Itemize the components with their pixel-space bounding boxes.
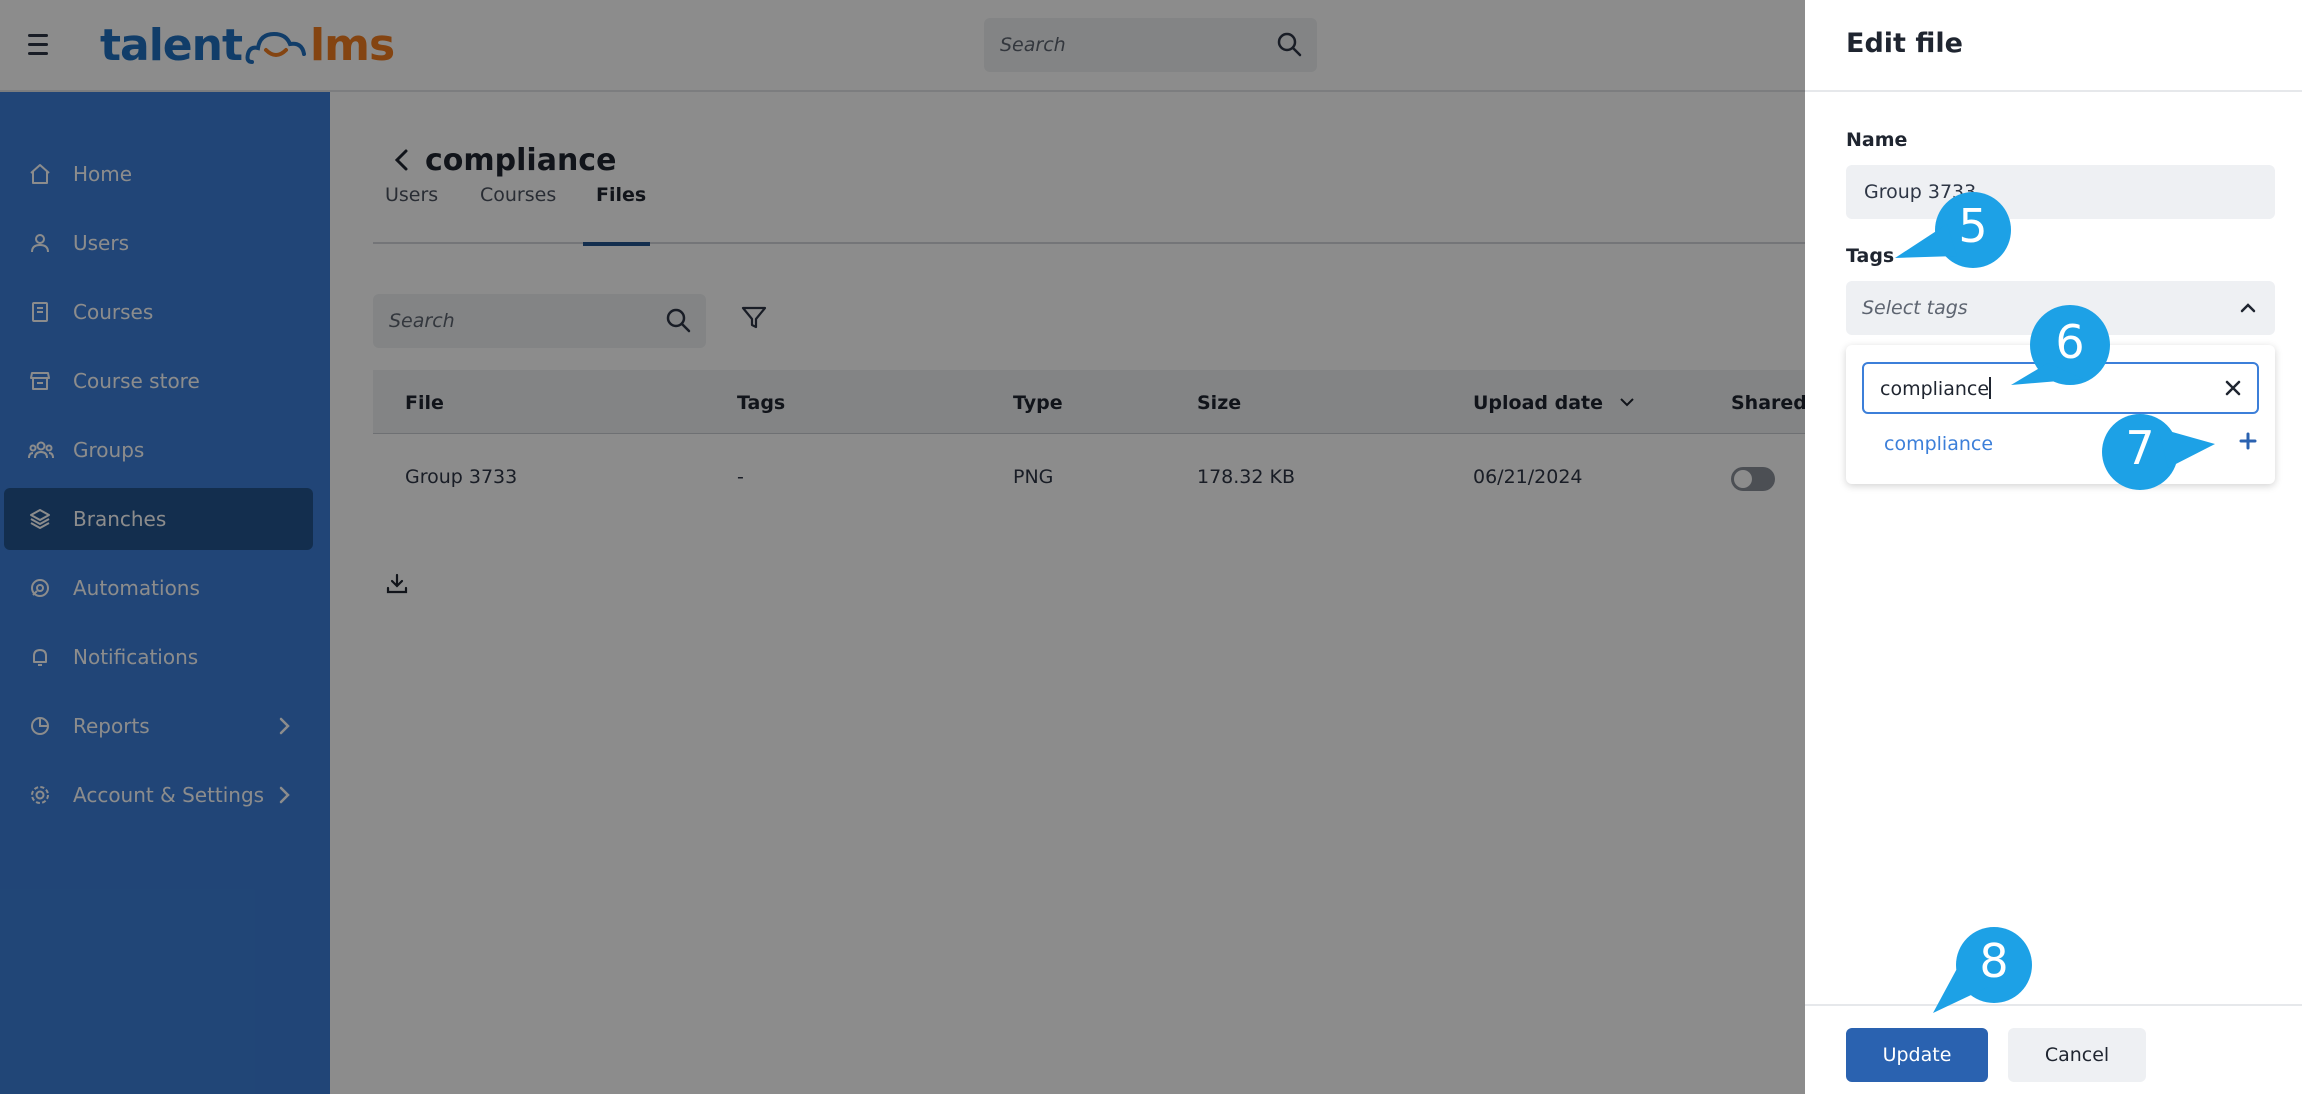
drawer-title: Edit file	[1846, 28, 1963, 59]
update-button[interactable]: Update	[1846, 1028, 1988, 1082]
tag-option[interactable]: compliance	[1884, 433, 1993, 455]
edit-file-drawer: Edit file Name Group 3733 Tags Select ta…	[1805, 0, 2302, 1094]
chevron-up-icon[interactable]	[2237, 297, 2259, 323]
callout-number: 6	[2055, 315, 2085, 369]
callout-step-8: 8	[1930, 925, 2050, 1015]
modal-overlay[interactable]	[0, 0, 1805, 1094]
main-app: talent lms Search Home Users Courses Cour…	[0, 0, 1805, 1094]
callout-step-7: 7	[2100, 412, 2220, 492]
cancel-button[interactable]: Cancel	[2008, 1028, 2146, 1082]
text-caret	[1989, 377, 1992, 399]
callout-step-6: 6	[2008, 305, 2138, 390]
tags-label: Tags	[1846, 245, 1895, 267]
clear-icon[interactable]	[2223, 378, 2243, 402]
callout-number: 5	[1958, 199, 1988, 253]
tags-placeholder: Select tags	[1862, 297, 1968, 319]
drawer-header: Edit file	[1805, 0, 2302, 92]
name-label: Name	[1846, 129, 1908, 151]
callout-step-5: 5	[1895, 190, 2015, 270]
callout-number: 7	[2125, 421, 2155, 475]
tag-search-value: compliance	[1880, 378, 1990, 400]
add-tag-plus-icon[interactable]	[2237, 430, 2259, 456]
drawer-footer: Update Cancel	[1805, 1004, 2302, 1094]
callout-number: 8	[1979, 934, 2009, 988]
